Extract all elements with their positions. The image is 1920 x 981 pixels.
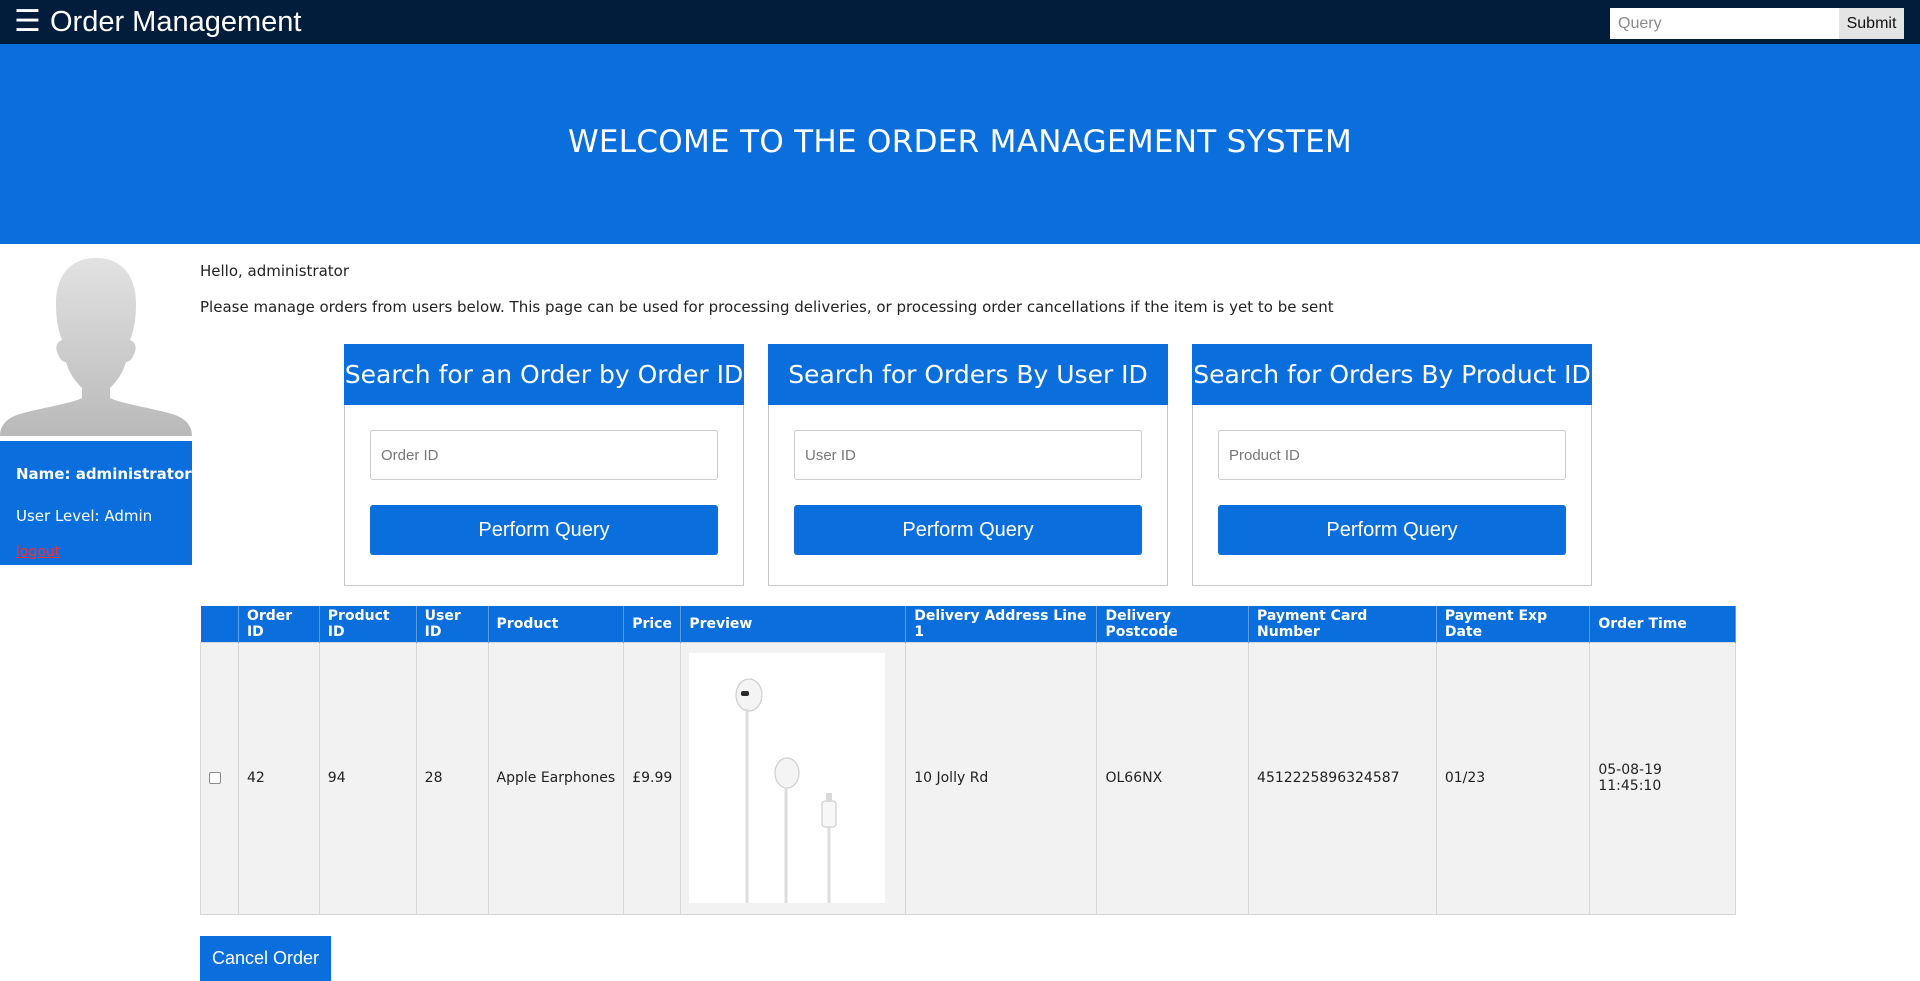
card-number-cell: 4512225896324587 <box>1248 641 1437 915</box>
column-header-preview: Preview <box>680 606 907 642</box>
greeting-text: Hello, administrator <box>200 262 350 280</box>
select-cell <box>200 641 239 915</box>
cancel-order-button[interactable]: Cancel Order <box>200 936 331 981</box>
table-row: 42 94 28 Apple Earphones £9.99 10 Jolly … <box>200 641 1736 915</box>
banner-heading: WELCOME TO THE ORDER MANAGEMENT SYSTEM <box>567 124 1353 160</box>
column-header-product: Product <box>488 606 625 642</box>
column-header-exp-date: Payment Exp Date <box>1436 606 1591 642</box>
column-header-user-id: User ID <box>416 606 489 642</box>
hamburger-menu-icon[interactable]: ☰ <box>14 6 41 38</box>
column-header-delivery-address: Delivery Address Line 1 <box>905 606 1098 642</box>
logout-link[interactable]: logout <box>16 544 60 560</box>
search-by-order-id-card: Search for an Order by Order ID Perform … <box>344 344 744 586</box>
card-title: Search for Orders By User ID <box>768 344 1168 405</box>
postcode-cell: OL66NX <box>1096 641 1250 915</box>
table-header-row: Order ID Product ID User ID Product Pric… <box>200 606 1736 642</box>
user-id-input[interactable] <box>794 430 1142 480</box>
column-header-delivery-postcode: Delivery Postcode <box>1096 606 1250 642</box>
column-header-product-id: Product ID <box>319 606 417 642</box>
user-name: Name: administrator <box>16 465 192 483</box>
earphones-image <box>689 653 886 903</box>
product-cell: Apple Earphones <box>487 641 625 915</box>
row-select-checkbox[interactable] <box>209 772 221 784</box>
order-id-input[interactable] <box>370 430 718 480</box>
product-id-input[interactable] <box>1218 430 1566 480</box>
submit-button[interactable]: Submit <box>1839 8 1904 39</box>
column-header-select <box>200 606 239 642</box>
user-info-panel: Name: administrator User Level: Admin lo… <box>0 441 192 565</box>
column-header-order-id: Order ID <box>238 606 320 642</box>
orders-table: Order ID Product ID User ID Product Pric… <box>200 606 1736 915</box>
search-by-product-id-card: Search for Orders By Product ID Perform … <box>1192 344 1592 586</box>
app-title[interactable]: Order Management <box>50 4 301 40</box>
column-header-order-time: Order Time <box>1589 606 1736 642</box>
welcome-banner: WELCOME TO THE ORDER MANAGEMENT SYSTEM <box>0 44 1920 244</box>
price-cell: £9.99 <box>623 641 682 915</box>
user-id-cell: 28 <box>415 641 489 915</box>
order-time-cell: 05-08-19 11:45:10 <box>1589 641 1736 915</box>
column-header-price: Price <box>623 606 682 642</box>
user-level: User Level: Admin <box>16 507 153 525</box>
card-title: Search for Orders By Product ID <box>1192 344 1592 405</box>
preview-cell <box>680 641 907 915</box>
user-silhouette-icon <box>0 258 192 436</box>
search-by-user-id-card: Search for Orders By User ID Perform Que… <box>768 344 1168 586</box>
intro-text: Please manage orders from users below. T… <box>200 298 1334 316</box>
perform-query-button[interactable]: Perform Query <box>794 505 1142 555</box>
column-header-card-number: Payment Card Number <box>1248 606 1437 642</box>
address-cell: 10 Jolly Rd <box>905 641 1098 915</box>
perform-query-button[interactable]: Perform Query <box>370 505 718 555</box>
top-navbar: ☰ Order Management Submit <box>0 0 1920 44</box>
order-id-cell: 42 <box>237 641 320 915</box>
exp-date-cell: 01/23 <box>1435 641 1591 915</box>
perform-query-button[interactable]: Perform Query <box>1218 505 1566 555</box>
query-input[interactable] <box>1610 8 1839 39</box>
product-id-cell: 94 <box>318 641 417 915</box>
avatar <box>0 252 192 436</box>
card-title: Search for an Order by Order ID <box>344 344 744 405</box>
